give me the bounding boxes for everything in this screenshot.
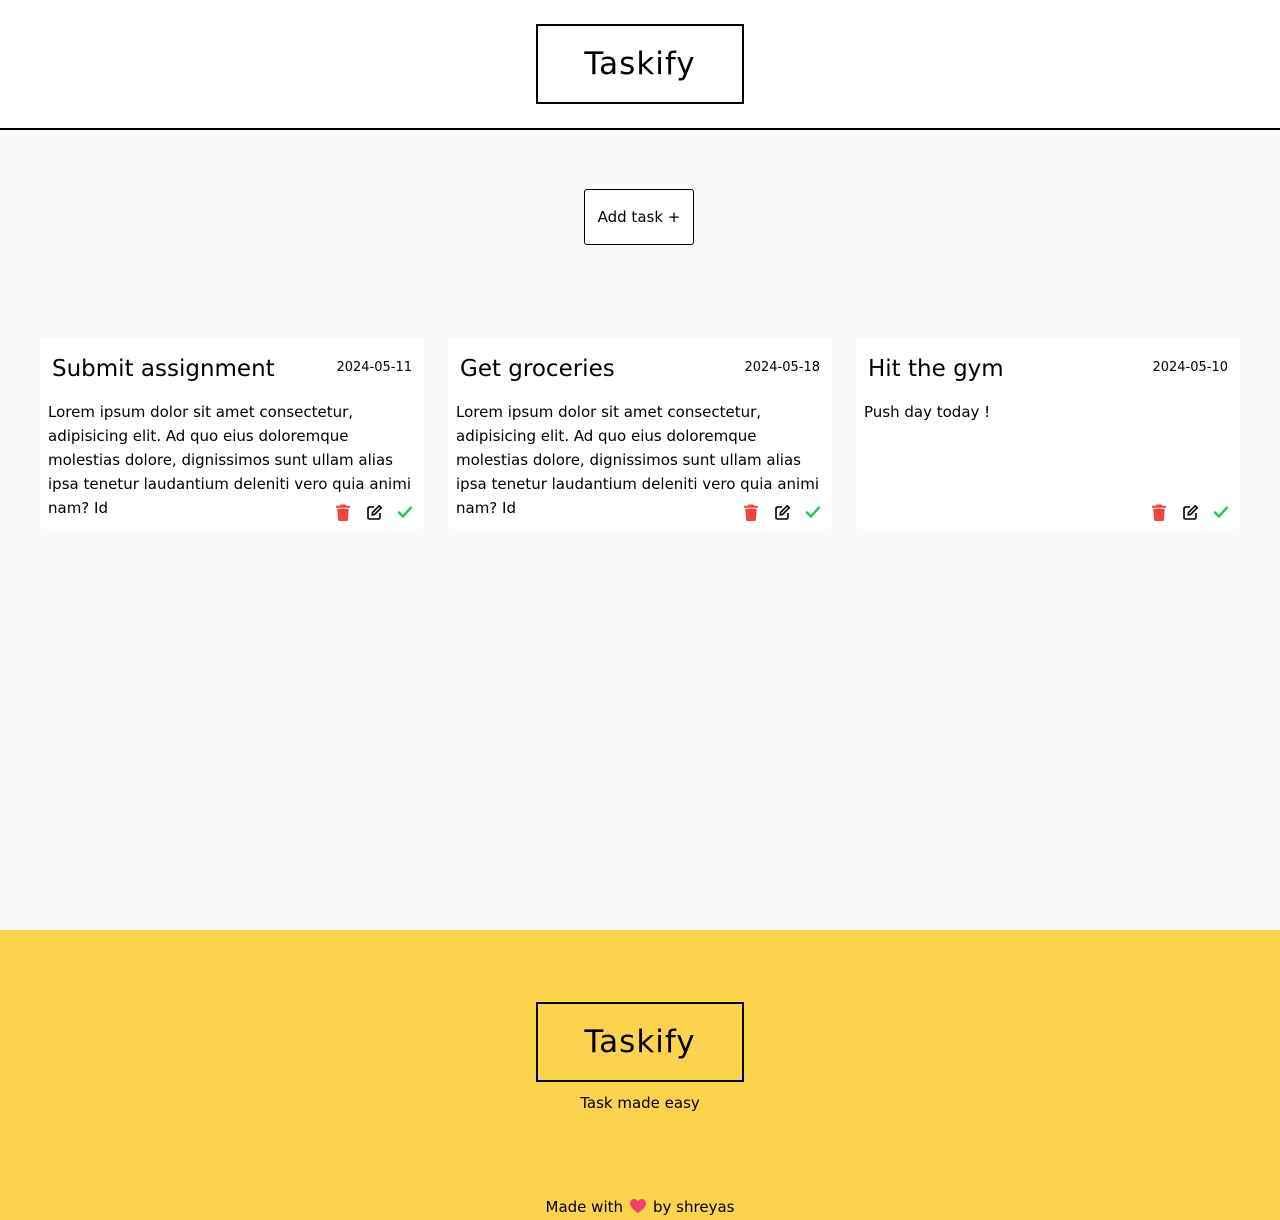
made-with-credit: Made with by shreyas bbox=[0, 1198, 1280, 1218]
check-icon[interactable] bbox=[804, 503, 822, 521]
add-task-button[interactable]: Add task + bbox=[584, 189, 694, 245]
check-icon[interactable] bbox=[396, 503, 414, 521]
footer-tagline: Task made easy bbox=[580, 1094, 700, 1112]
task-date: 2024-05-18 bbox=[744, 360, 820, 375]
task-card: Get groceries 2024-05-18 Lorem ipsum dol… bbox=[448, 338, 832, 529]
task-card: Submit assignment 2024-05-11 Lorem ipsum… bbox=[40, 338, 424, 529]
made-with-suffix: by shreyas bbox=[653, 1198, 735, 1216]
task-title: Hit the gym bbox=[868, 356, 1004, 382]
task-date: 2024-05-11 bbox=[336, 360, 412, 375]
task-date: 2024-05-10 bbox=[1152, 360, 1228, 375]
trash-icon[interactable] bbox=[1150, 503, 1168, 521]
task-actions bbox=[1150, 503, 1230, 521]
trash-icon[interactable] bbox=[742, 503, 760, 521]
heart-icon bbox=[629, 1198, 647, 1218]
site-footer: Taskify Task made easy Made with by shrey… bbox=[0, 930, 1280, 1220]
task-title: Submit assignment bbox=[52, 356, 275, 382]
trash-icon[interactable] bbox=[334, 503, 352, 521]
site-header: Taskify bbox=[0, 0, 1280, 130]
task-actions bbox=[742, 503, 822, 521]
main-content: Add task + Submit assignment 2024-05-11 … bbox=[0, 130, 1280, 930]
task-description: Push day today ! bbox=[864, 403, 991, 421]
check-icon[interactable] bbox=[1212, 503, 1230, 521]
task-title: Get groceries bbox=[460, 356, 615, 382]
made-with-prefix: Made with bbox=[545, 1198, 624, 1216]
task-list: Submit assignment 2024-05-11 Lorem ipsum… bbox=[40, 338, 1240, 529]
footer-logo[interactable]: Taskify bbox=[536, 1002, 744, 1082]
task-card: Hit the gym 2024-05-10 Push day today ! bbox=[856, 338, 1240, 529]
task-actions bbox=[334, 503, 414, 521]
task-description: Lorem ipsum dolor sit amet consectetur, … bbox=[48, 403, 411, 517]
edit-icon[interactable] bbox=[773, 503, 791, 521]
edit-icon[interactable] bbox=[365, 503, 383, 521]
header-logo[interactable]: Taskify bbox=[536, 24, 744, 104]
task-description: Lorem ipsum dolor sit amet consectetur, … bbox=[456, 403, 819, 517]
edit-icon[interactable] bbox=[1181, 503, 1199, 521]
